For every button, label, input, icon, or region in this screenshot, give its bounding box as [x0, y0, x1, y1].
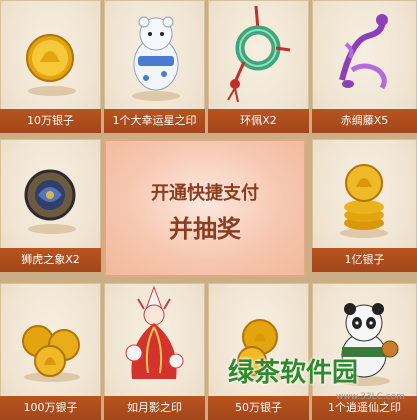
prize-cell-6[interactable]: 1亿银子	[312, 139, 417, 272]
prize-label: 环佩X2	[208, 109, 309, 133]
prize-label: 10万银子	[0, 109, 101, 133]
prize-label: 狮虎之象X2	[0, 248, 101, 272]
prize-label: 赤绸藤X5	[312, 109, 417, 133]
bronze-amulet-icon	[24, 169, 76, 234]
purple-vine-icon	[339, 14, 388, 90]
gold-coins-icon	[22, 325, 80, 382]
center-title: 开通快捷支付	[151, 183, 259, 204]
site-watermark: 绿茶软件园 www.33LC.com	[228, 348, 417, 420]
lottery-board: 10万银子 1个大幸运星之印 环佩X2 赤绸藤X5 狮虎之象X2 开通快捷支付 …	[0, 0, 417, 420]
prize-label: 1个大幸运星之印	[104, 109, 205, 133]
watermark-logo-text: 绿茶软件园	[228, 358, 359, 388]
prize-label: 100万银子	[0, 396, 101, 420]
jade-pendant-icon	[227, 5, 291, 103]
prize-cell-1[interactable]: 10万银子	[0, 0, 101, 133]
watermark-url: www.33LC.com	[336, 392, 405, 402]
center-subtitle: 并抽奖	[169, 215, 241, 243]
lottery-start-button[interactable]: 开通快捷支付 并抽奖	[104, 139, 306, 277]
prize-cell-3[interactable]: 环佩X2	[208, 0, 309, 133]
prize-label: 如月影之印	[104, 396, 205, 420]
coin-stack-icon	[340, 164, 388, 238]
prize-cell-5[interactable]: 狮虎之象X2	[0, 139, 101, 272]
prize-label: 1亿银子	[312, 248, 417, 272]
prize-cell-2[interactable]: 1个大幸运星之印	[104, 0, 205, 133]
prize-cell-4[interactable]: 赤绸藤X5	[312, 0, 417, 133]
gold-coin-icon	[26, 34, 76, 96]
prize-cell-8[interactable]: 如月影之印	[104, 283, 205, 420]
polar-bear-icon	[132, 16, 180, 101]
fox-girl-icon	[125, 285, 184, 379]
prize-cell-7[interactable]: 100万银子	[0, 283, 101, 420]
